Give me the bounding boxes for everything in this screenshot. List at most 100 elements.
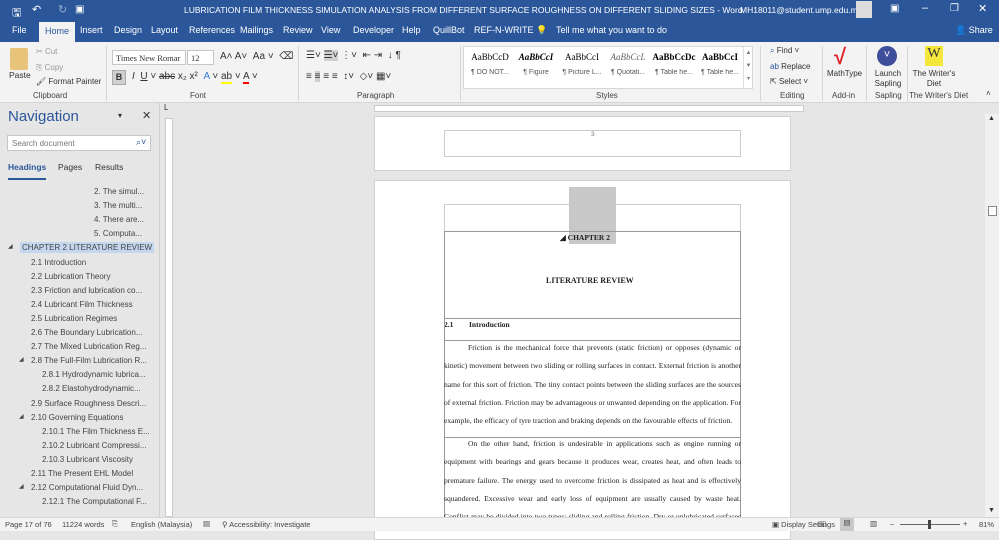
nav-heading-item[interactable]: 4. There are... [94, 214, 144, 225]
tab-results[interactable]: Results [95, 162, 123, 172]
zoom-level[interactable]: 81% [979, 520, 994, 529]
account-name[interactable]: MH18011@student.ump.edu.my [740, 5, 862, 15]
style-item[interactable]: AaBbCcI ¶ Figure [514, 52, 558, 76]
styles-scroll[interactable]: ▲ ▼ ▾ [743, 47, 753, 88]
style-item[interactable]: AaBbCcDc ¶ Table he... [652, 52, 696, 76]
tab-design[interactable]: Design [114, 25, 142, 35]
collapse-arrow-icon[interactable]: ◢ [19, 413, 24, 420]
collapse-ribbon-icon[interactable]: ˄ [986, 89, 991, 98]
nav-heading-item[interactable]: 2.7 The Mixed Lubrication Reg... [31, 341, 146, 352]
nav-heading-item[interactable]: 5. Computa... [94, 228, 142, 239]
tab-help[interactable]: Help [402, 25, 421, 35]
paste-icon[interactable] [10, 48, 28, 70]
paste-button[interactable]: Paste [9, 70, 31, 80]
format-painter-button[interactable]: 🖌 Format Painter [36, 77, 101, 86]
nav-heading-item[interactable]: 2.8.1 Hydrodynamic lubrica... [42, 369, 146, 380]
nav-heading-item[interactable]: 2.5 Lubrication Regimes [31, 313, 117, 324]
page-count[interactable]: Page 17 of 76 [5, 520, 52, 529]
cut-button[interactable]: ✂ Cut [36, 47, 57, 56]
collapse-arrow-icon[interactable]: ◢ [8, 243, 13, 250]
mathtype-icon[interactable]: √ [834, 44, 846, 70]
language[interactable]: English (Malaysia) [131, 520, 192, 529]
writers-diet-icon[interactable]: W [925, 46, 943, 66]
nav-heading-item[interactable]: 2.4 Lubricant Film Thickness [31, 299, 133, 310]
word-count[interactable]: 11224 words [62, 520, 104, 529]
scroll-up-icon[interactable]: ▲ [988, 115, 995, 122]
tab-mailings[interactable]: Mailings [240, 25, 273, 35]
tab-quillbot[interactable]: QuillBot [433, 25, 465, 35]
tab-stop-icon[interactable]: L [164, 103, 168, 112]
tab-headings[interactable]: Headings [8, 162, 47, 180]
grow-font-icon[interactable]: A˄ A˅ Aa ˅ ⌫ [220, 51, 293, 62]
nav-heading-item[interactable]: 2.6 The Boundary Lubrication... [31, 327, 142, 338]
ribbon-display-icon[interactable]: ▣ [890, 3, 899, 14]
avatar[interactable] [856, 1, 872, 18]
horizontal-ruler[interactable]: L [160, 103, 999, 114]
replace-button[interactable]: ab Replace [770, 62, 811, 71]
tab-pages[interactable]: Pages [58, 162, 82, 172]
nav-heading-item[interactable]: 3. The multi... [94, 200, 142, 211]
pane-options-icon[interactable]: ▾ [118, 111, 122, 120]
zoom-slider-thumb[interactable] [928, 520, 931, 529]
close-button[interactable]: ✕ [978, 2, 987, 15]
nav-heading-item[interactable]: 2.9 Surface Roughness Descri... [31, 398, 146, 409]
read-mode-icon[interactable]: ▯▯ [818, 519, 826, 528]
nav-heading-item[interactable]: 2.1 Introduction [31, 257, 86, 268]
nav-heading-item[interactable]: 2.10.3 Lubricant Viscosity [42, 454, 133, 465]
zoom-in-button[interactable]: + [963, 519, 967, 528]
sapling-icon[interactable]: ˅ [877, 46, 897, 66]
tab-home[interactable]: Home [39, 22, 76, 42]
close-pane-icon[interactable]: ✕ [142, 109, 151, 122]
nav-heading-item[interactable]: 2.10.2 Lubricant Compressi... [42, 440, 147, 451]
zoom-out-button[interactable]: – [890, 519, 894, 528]
share-button[interactable]: 👤 Share [955, 25, 993, 36]
font-size-select[interactable]: 12 [187, 50, 214, 65]
nav-heading-item[interactable]: 2.2 Lubrication Theory [31, 271, 110, 282]
align-buttons[interactable]: ≡ ≡ ≡ ≡ ↕˅ ◇˅ ▦˅ [306, 71, 391, 82]
writers-diet-button[interactable]: The Writer's Diet [910, 69, 958, 89]
tab-layout[interactable]: Layout [151, 25, 178, 35]
accessibility-status[interactable]: ⚲ Accessibility: Investigate [222, 520, 310, 529]
undo-icon[interactable]: ↶ [32, 3, 41, 16]
bold-button[interactable]: B [112, 70, 126, 85]
tab-references[interactable]: References [189, 25, 235, 35]
style-item[interactable]: AaBbCcI ¶ Picture L... [560, 52, 604, 76]
paragraph-2[interactable]: On the other hand, friction is undesirab… [444, 435, 741, 517]
nav-heading-item[interactable]: 2.8.2 Elastohydrodynamic... [42, 383, 141, 394]
style-item[interactable]: AaBbCcL ¶ Quotati... [606, 52, 650, 76]
nav-heading-item[interactable]: 2.12.1 The Computational F... [42, 496, 147, 507]
tab-ref-n-write[interactable]: REF-N-WRITE [474, 25, 534, 35]
page-footer[interactable]: 3 [444, 130, 741, 157]
font-name-select[interactable]: Times New Romar [112, 50, 186, 65]
tab-file[interactable]: File [12, 25, 27, 35]
style-item[interactable]: AaBbCcI ¶ Table he... [698, 52, 742, 76]
copy-button[interactable]: ⎘ Copy [36, 63, 63, 73]
tab-view[interactable]: View [321, 25, 340, 35]
mathtype-button[interactable]: MathType [827, 69, 862, 78]
macro-icon[interactable]: ▤ [203, 519, 210, 528]
web-layout-icon[interactable]: ▥ [870, 519, 877, 528]
tab-insert[interactable]: Insert [80, 25, 103, 35]
nav-heading-item[interactable]: CHAPTER 2 LITERATURE REVIEW [20, 242, 155, 254]
nav-heading-item[interactable]: 2.11 The Present EHL Model [31, 468, 133, 479]
paragraph-1[interactable]: Friction is the mechanical force that pr… [444, 339, 741, 430]
list-buttons[interactable]: ☰˅ ☰˅ ⋮˅ ⇤ ⇥ ↓ ¶ [306, 50, 401, 61]
vertical-ruler[interactable] [165, 118, 173, 517]
touch-mode-icon[interactable]: ▣ [75, 4, 84, 15]
launch-sapling-button[interactable]: Launch Sapling [872, 69, 904, 89]
tab-developer[interactable]: Developer [353, 25, 394, 35]
font-format-buttons[interactable]: I U ˅ abc x₂ x² A ˅ ab ˅ A ˅ [132, 71, 258, 84]
nav-heading-item[interactable]: 2.10.1 The Film Thickness E... [42, 426, 150, 437]
tab-review[interactable]: Review [283, 25, 313, 35]
zoom-slider[interactable] [900, 520, 960, 529]
nav-heading-item[interactable]: 2.10 Governing Equations [31, 412, 124, 423]
nav-heading-item[interactable]: 2.8 The Full-Film Lubrication R... [31, 355, 147, 366]
scroll-down-icon[interactable]: ▼ [988, 507, 995, 514]
redo-icon[interactable]: ↻ [58, 3, 67, 16]
print-layout-icon[interactable]: ▤ [840, 518, 854, 531]
style-item[interactable]: AaBbCcD ¶ DO NOT... [468, 52, 512, 76]
find-button[interactable]: ⌕ Find ˅ [770, 46, 799, 56]
tell-me-input[interactable]: Tell me what you want to do [556, 25, 667, 35]
collapse-arrow-icon[interactable]: ◢ [19, 483, 24, 490]
nav-heading-item[interactable]: 2.12 Computational Fluid Dyn... [31, 482, 143, 493]
